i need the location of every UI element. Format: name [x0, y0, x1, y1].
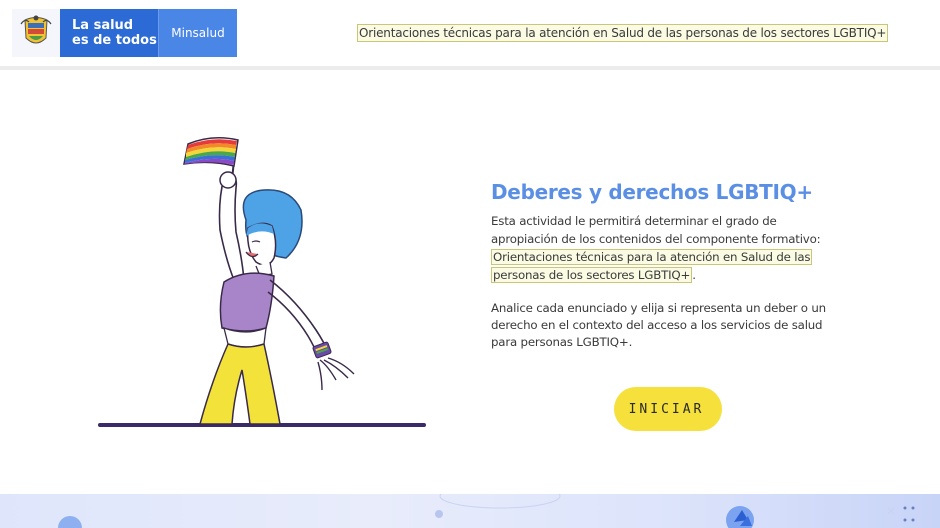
component-link[interactable]: Orientaciones técnicas para la atención …: [491, 249, 813, 283]
logo-line1: La salud: [72, 18, 134, 33]
intro-end: .: [692, 268, 696, 282]
start-button[interactable]: INICIAR: [614, 387, 722, 431]
header: La salud es de todos Minsalud Orientacio…: [0, 0, 940, 66]
logo-line2: es de todos: [72, 33, 157, 48]
intro-paragraph: Esta actividad le permitirá determinar e…: [491, 212, 836, 284]
activity-intro: Deberes y derechos LGBTIQ+ Esta activida…: [491, 178, 836, 363]
minsalud-logo[interactable]: La salud es de todos Minsalud: [12, 9, 237, 57]
rainbow-flag-icon: [183, 137, 239, 167]
intro-text: Esta actividad le permitirá determinar e…: [491, 214, 821, 246]
woman-illustration: [96, 130, 436, 435]
logo-brand: Minsalud: [158, 9, 237, 57]
course-title-link[interactable]: Orientaciones técnicas para la atención …: [357, 24, 889, 42]
footer-decoration: [0, 494, 940, 528]
colombia-shield-icon: [12, 9, 60, 57]
header-divider: [0, 66, 940, 70]
page-title: Deberes y derechos LGBTIQ+: [491, 180, 813, 204]
logo-slogan: La salud es de todos: [60, 9, 158, 57]
instructions-paragraph: Analice cada enunciado y elija si repres…: [491, 301, 826, 349]
